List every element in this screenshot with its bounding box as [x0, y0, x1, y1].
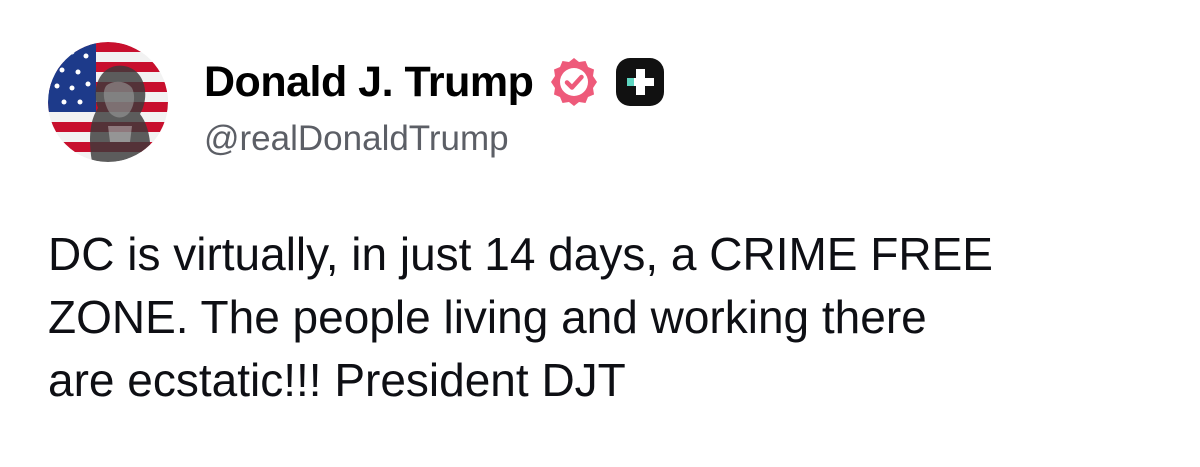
author-avatar[interactable]: [48, 42, 168, 162]
post-card: Donald J. Trump @realDonaldTrump DC is v…: [0, 0, 1200, 467]
post-text-line: are ecstatic!!! President DJT: [48, 354, 626, 406]
author-handle[interactable]: @realDonaldTrump: [204, 118, 509, 160]
truth-social-icon[interactable]: [613, 55, 667, 109]
display-name[interactable]: Donald J. Trump: [204, 60, 534, 104]
author-name-row: Donald J. Trump: [204, 52, 667, 112]
post-text-line: DC is virtually, in just 14 days, a CRIM…: [48, 228, 993, 280]
post-text-line: ZONE. The people living and working ther…: [48, 291, 927, 343]
verified-badge-icon: [547, 55, 601, 109]
flag-portrait-avatar: [48, 42, 168, 162]
post-text: DC is virtually, in just 14 days, a CRIM…: [48, 223, 1158, 412]
